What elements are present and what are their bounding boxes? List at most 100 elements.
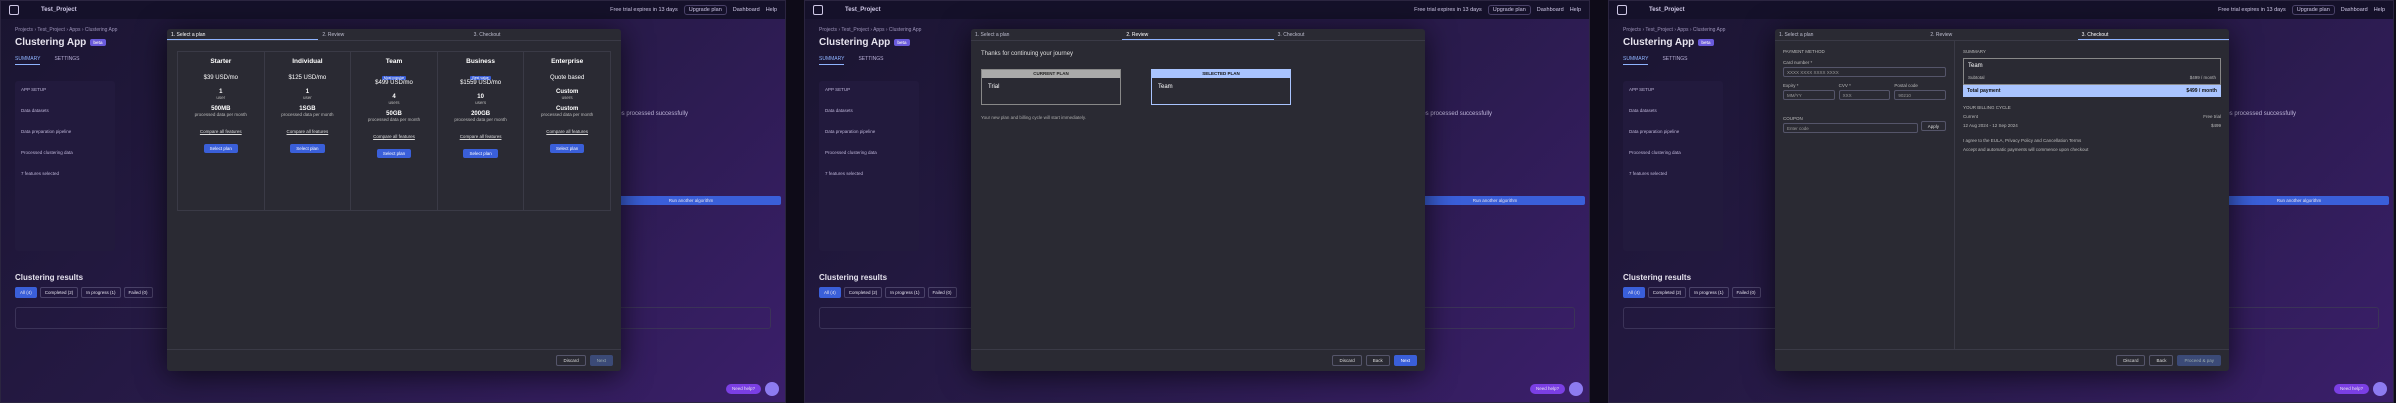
filter-completed[interactable]: Completed (2) — [1647, 287, 1687, 298]
compare-link[interactable]: Compare all features — [440, 134, 522, 139]
card-number-input[interactable]: XXXX XXXX XXXX XXXX — [1783, 67, 1946, 77]
user-menu[interactable]: Dashboard — [733, 7, 760, 13]
user-menu[interactable]: Dashboard — [1537, 7, 1564, 13]
tab-settings[interactable]: SETTINGS — [1662, 56, 1687, 65]
processed-data[interactable]: Processed clustering data — [825, 150, 913, 155]
results-title: Clustering results — [1623, 273, 1692, 282]
upgrade-button[interactable]: Upgrade plan — [2291, 5, 2335, 15]
review-heading: Thanks for continuing your journey — [981, 51, 1074, 57]
coupon-input[interactable]: Enter code — [1783, 123, 1918, 133]
payment-heading: PAYMENT METHOD — [1783, 49, 1825, 54]
setup-heading: APP SETUP — [1629, 87, 1655, 92]
tab-settings[interactable]: SETTINGS — [54, 56, 79, 65]
app-setup-card: APP SETUP Data datasets Data preparation… — [15, 81, 115, 251]
help-chat-button[interactable]: Need help? — [1529, 384, 1565, 394]
select-plan-button[interactable]: Select plan — [290, 144, 325, 153]
data-datasets[interactable]: Data datasets — [21, 108, 109, 113]
help-link[interactable]: Help — [2374, 7, 2385, 13]
processed-data[interactable]: Processed clustering data — [21, 150, 109, 155]
plan-data-label: processed data per month — [454, 117, 507, 122]
select-plan-button[interactable]: Select plan — [376, 149, 412, 158]
results-title: Clustering results — [15, 273, 84, 282]
processed-data[interactable]: Processed clustering data — [1629, 150, 1717, 155]
help-link[interactable]: Help — [1570, 7, 1581, 13]
plan-data-label: processed data per month — [541, 112, 594, 117]
data-datasets[interactable]: Data datasets — [1629, 108, 1717, 113]
back-button[interactable]: Back — [1365, 355, 1390, 366]
filter-completed[interactable]: Completed (2) — [843, 287, 883, 298]
app-setup-card: APP SETUP Data datasets Data preparation… — [1623, 81, 1723, 251]
tab-summary[interactable]: SUMMARY — [15, 56, 41, 65]
filter-progress[interactable]: In progress (1) — [885, 287, 925, 298]
chat-bubble-icon[interactable] — [2373, 382, 2387, 396]
pipeline-item[interactable]: Data preparation pipeline — [825, 129, 913, 134]
apply-button[interactable]: Apply — [1920, 121, 1946, 131]
run-another-button[interactable]: Run another algorithm — [1405, 196, 1585, 205]
project-selector[interactable]: Test_Project — [1649, 7, 1685, 13]
plan-individual: Individual $125 USD/mo 1 user 1SGB processed … — [265, 52, 352, 210]
breadcrumb: Projects › Test_Project › Apps › Cluster… — [1623, 27, 1726, 33]
back-button[interactable]: Back — [2149, 355, 2174, 366]
next-button[interactable]: Next — [589, 355, 613, 366]
postal-input[interactable]: 90210 — [1894, 90, 1947, 100]
pipeline-item[interactable]: Data preparation pipeline — [21, 129, 109, 134]
pay-button[interactable]: Proceed & pay — [2177, 355, 2221, 366]
user-menu[interactable]: Dashboard — [2341, 7, 2368, 13]
filter-progress[interactable]: In progress (1) — [1689, 287, 1729, 298]
next-button[interactable]: Next — [1393, 355, 1417, 366]
compare-link[interactable]: Compare all features — [526, 129, 608, 134]
filter-progress[interactable]: In progress (1) — [81, 287, 121, 298]
cvv-input[interactable]: XXX — [1838, 90, 1891, 100]
chat-bubble-icon[interactable] — [1569, 382, 1583, 396]
run-another-button[interactable]: Run another algorithm — [601, 196, 781, 205]
upgrade-button[interactable]: Upgrade plan — [683, 5, 727, 15]
select-plan-button[interactable]: Select plan — [550, 144, 585, 153]
tab-summary[interactable]: SUMMARY — [819, 56, 845, 65]
run-another-button[interactable]: Run another algorithm — [2209, 196, 2389, 205]
discard-button[interactable]: Discard — [1332, 355, 1362, 366]
project-selector[interactable]: Test_Project — [845, 7, 881, 13]
upgrade-button[interactable]: Upgrade plan — [1487, 5, 1531, 15]
filter-failed[interactable]: Failed (0) — [1731, 287, 1761, 298]
selected-features: 7 features selected — [825, 171, 864, 176]
help-chat-button[interactable]: Need help? — [2333, 384, 2369, 394]
filter-all[interactable]: All (4) — [819, 287, 841, 298]
chat-bubble-icon[interactable] — [765, 382, 779, 396]
discard-button[interactable]: Discard — [556, 355, 586, 366]
select-plan-button[interactable]: Select plan — [463, 149, 498, 158]
pipeline-item[interactable]: Data preparation pipeline — [1629, 129, 1717, 134]
summary-column: SUMMARY Team Subtotal $499 / month Total … — [1955, 41, 2229, 349]
selected-features: 7 features selected — [1629, 171, 1668, 176]
filter-completed[interactable]: Completed (2) — [39, 287, 79, 298]
discard-button[interactable]: Discard — [2116, 355, 2146, 366]
beta-badge: beta — [90, 39, 106, 46]
postal-label: Postal code — [1894, 83, 1918, 88]
agree-checkbox[interactable]: I agree to the EULA, Privacy Policy and … — [1963, 138, 2221, 143]
expiry-input[interactable]: MM/YY — [1783, 90, 1835, 100]
compare-link[interactable]: Compare all features — [267, 129, 349, 134]
filter-failed[interactable]: Failed (0) — [123, 287, 153, 298]
compare-link[interactable]: Compare all features — [353, 134, 435, 139]
filter-failed[interactable]: Failed (0) — [927, 287, 957, 298]
filter-all[interactable]: All (4) — [1623, 287, 1645, 298]
logo-icon — [9, 5, 19, 15]
cycle-current-value: Free trial — [2203, 114, 2221, 119]
step-checkout: 3. Checkout — [2077, 29, 2229, 40]
plan-price: $499 USD/mo — [375, 80, 413, 86]
page-title: Clustering App beta — [15, 37, 106, 48]
card-label: Card number * — [1783, 60, 1813, 65]
select-plan-button[interactable]: Select plan — [203, 144, 238, 153]
project-selector[interactable]: Test_Project — [41, 7, 77, 13]
data-datasets[interactable]: Data datasets — [825, 108, 913, 113]
help-chat-button[interactable]: Need help? — [725, 384, 761, 394]
screen-review: Test_Project Free trial expires in 13 da… — [804, 0, 1590, 403]
trial-notice: Free trial expires in 13 days — [1414, 7, 1482, 13]
total-row: Total payment $499 / month — [1963, 85, 2221, 97]
plan-price: Quote based — [549, 75, 585, 81]
tab-settings[interactable]: SETTINGS — [858, 56, 883, 65]
compare-link[interactable]: Compare all features — [180, 129, 262, 134]
filter-all[interactable]: All (4) — [15, 287, 37, 298]
step-review: 2. Review — [1930, 32, 1953, 38]
help-link[interactable]: Help — [766, 7, 777, 13]
tab-summary[interactable]: SUMMARY — [1623, 56, 1649, 65]
